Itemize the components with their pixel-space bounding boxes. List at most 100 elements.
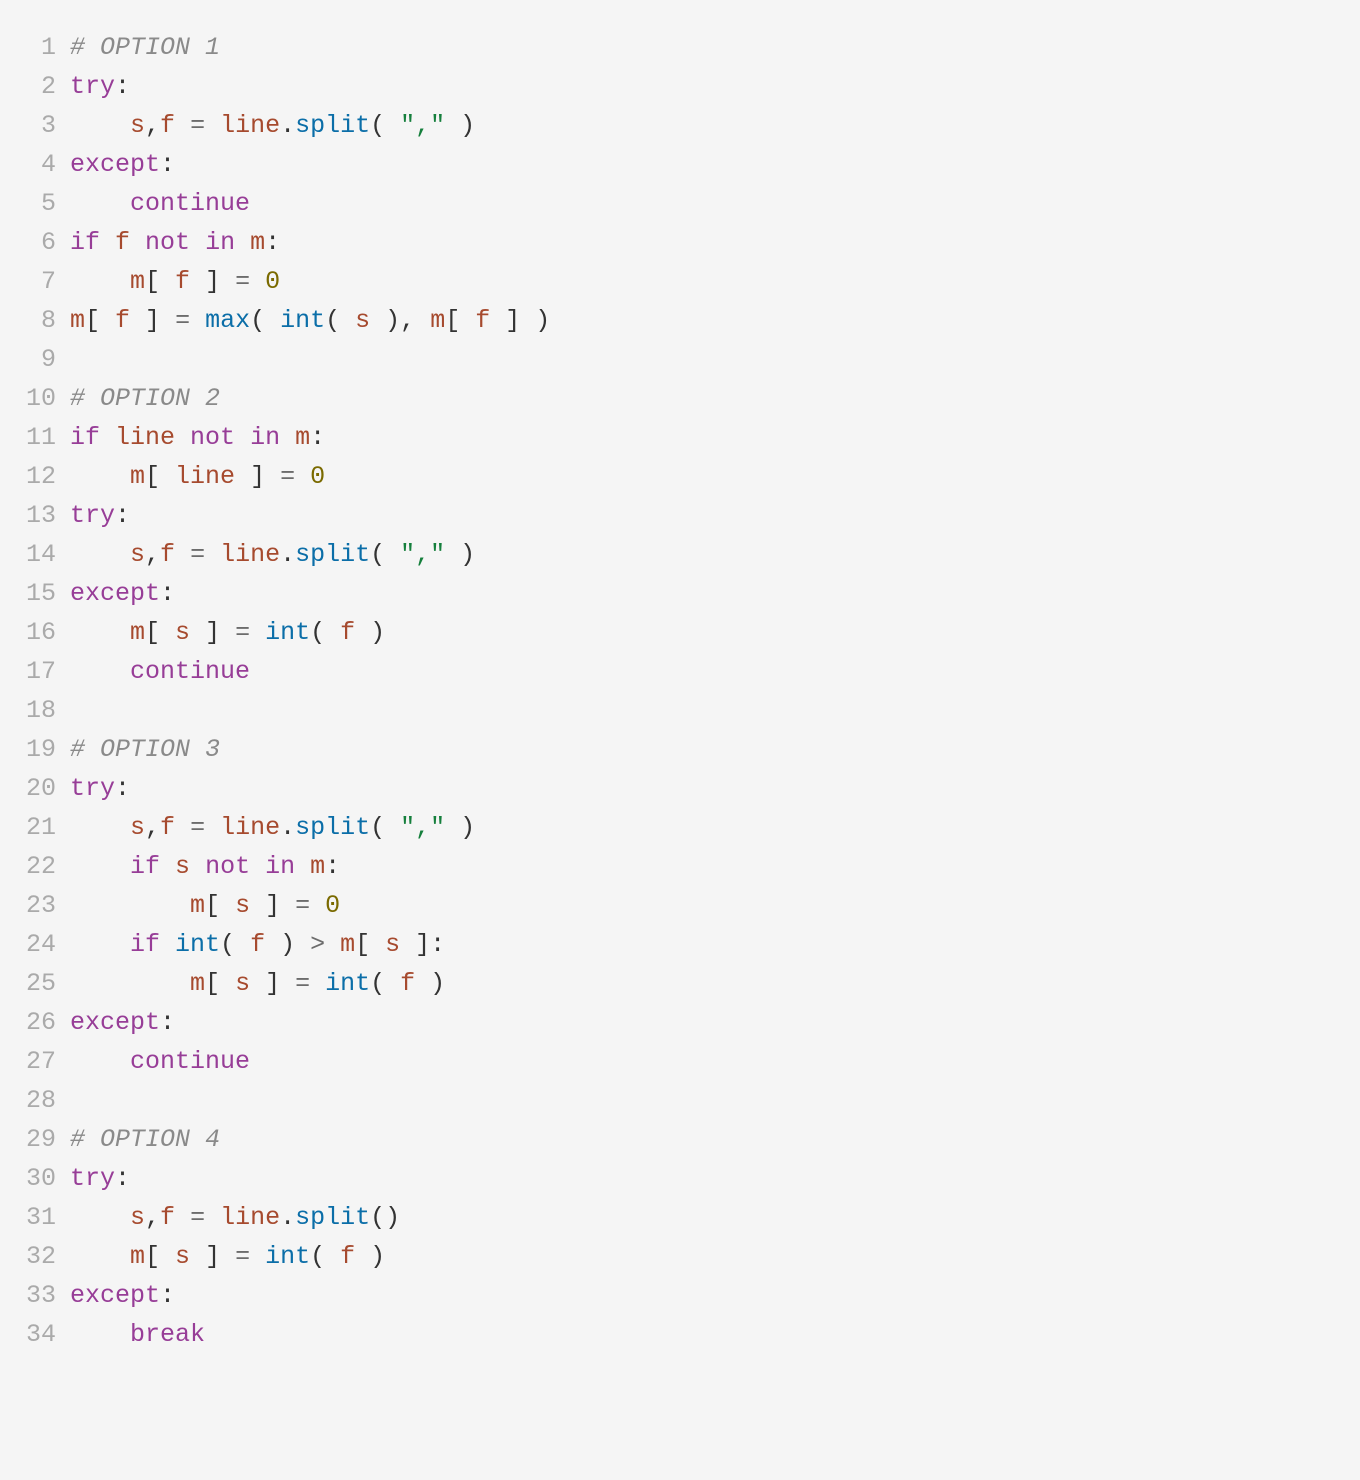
token: m: [295, 423, 310, 452]
token: [235, 228, 250, 257]
token: (: [370, 813, 400, 842]
line-number: 4: [0, 145, 70, 184]
code-content: # OPTION 4: [70, 1120, 1360, 1159]
token: [70, 1320, 130, 1349]
token: [70, 267, 130, 296]
code-content: s,f = line.split( "," ): [70, 535, 1360, 574]
token: try: [70, 774, 115, 803]
token: f: [160, 540, 175, 569]
line-number: 1: [0, 28, 70, 67]
token: int: [265, 1242, 310, 1271]
line-number: 2: [0, 67, 70, 106]
token: f: [340, 1242, 355, 1271]
token: s: [385, 930, 400, 959]
token: m: [430, 306, 445, 335]
token: =: [175, 540, 220, 569]
code-line: 6if f not in m:: [0, 223, 1360, 262]
line-number: 15: [0, 574, 70, 613]
token: if: [130, 930, 175, 959]
token: in: [205, 228, 235, 257]
token: [280, 423, 295, 452]
line-number: 18: [0, 691, 70, 730]
code-content: except:: [70, 1276, 1360, 1315]
token: s: [175, 852, 190, 881]
token: :: [160, 579, 175, 608]
code-line: 26except:: [0, 1003, 1360, 1042]
code-line: 1# OPTION 1: [0, 28, 1360, 67]
token: ,: [145, 111, 160, 140]
token: [70, 930, 130, 959]
line-number: 3: [0, 106, 70, 145]
token: ]: [190, 267, 220, 296]
code-content: break: [70, 1315, 1360, 1354]
token: continue: [130, 1047, 250, 1076]
token: s: [130, 1203, 145, 1232]
code-line: 12 m[ line ] = 0: [0, 457, 1360, 496]
token: ",": [400, 813, 445, 842]
token: [: [445, 306, 475, 335]
token: if: [70, 228, 115, 257]
token: [70, 1203, 130, 1232]
token: [235, 423, 250, 452]
token: .: [280, 1203, 295, 1232]
token: 0: [310, 462, 325, 491]
token: f: [115, 228, 130, 257]
line-number: 16: [0, 613, 70, 652]
token: m: [340, 930, 355, 959]
code-line: 25 m[ s ] = int( f ): [0, 964, 1360, 1003]
code-line: 19# OPTION 3: [0, 730, 1360, 769]
token: =: [280, 891, 325, 920]
token: (: [310, 618, 340, 647]
code-line: 18: [0, 691, 1360, 730]
token: ]: [490, 306, 520, 335]
token: :: [325, 852, 340, 881]
token: line: [220, 540, 280, 569]
token: [295, 852, 310, 881]
token: [: [145, 618, 175, 647]
token: int: [280, 306, 325, 335]
token: if: [70, 423, 115, 452]
token: split: [295, 540, 370, 569]
code-content: s,f = line.split( "," ): [70, 106, 1360, 145]
code-content: # OPTION 1: [70, 28, 1360, 67]
line-number: 7: [0, 262, 70, 301]
code-content: s,f = line.split( "," ): [70, 808, 1360, 847]
token: =: [220, 267, 265, 296]
code-content: if int( f ) > m[ s ]:: [70, 925, 1360, 964]
token: :: [115, 774, 130, 803]
line-number: 25: [0, 964, 70, 1003]
token: [: [355, 930, 385, 959]
token: (: [325, 306, 355, 335]
token: =: [220, 1242, 265, 1271]
token: int: [325, 969, 370, 998]
code-content: if line not in m:: [70, 418, 1360, 457]
token: 0: [265, 267, 280, 296]
code-line: 7 m[ f ] = 0: [0, 262, 1360, 301]
token: [70, 813, 130, 842]
code-line: 16 m[ s ] = int( f ): [0, 613, 1360, 652]
token: ): [355, 618, 385, 647]
token: split: [295, 111, 370, 140]
token: s: [235, 969, 250, 998]
token: ): [415, 969, 445, 998]
token: =: [160, 306, 205, 335]
token: ",": [400, 111, 445, 140]
code-line: 27 continue: [0, 1042, 1360, 1081]
code-line: 22 if s not in m:: [0, 847, 1360, 886]
token: (: [370, 540, 400, 569]
line-number: 31: [0, 1198, 70, 1237]
code-line: 10# OPTION 2: [0, 379, 1360, 418]
token: m: [310, 852, 325, 881]
token: =: [175, 111, 220, 140]
token: [250, 852, 265, 881]
line-number: 10: [0, 379, 70, 418]
token: :: [160, 1008, 175, 1037]
code-line: 34 break: [0, 1315, 1360, 1354]
token: [190, 228, 205, 257]
code-line: 15except:: [0, 574, 1360, 613]
token: m: [130, 618, 145, 647]
token: [70, 111, 130, 140]
token: (): [370, 1203, 400, 1232]
line-number: 9: [0, 340, 70, 379]
token: :: [265, 228, 280, 257]
